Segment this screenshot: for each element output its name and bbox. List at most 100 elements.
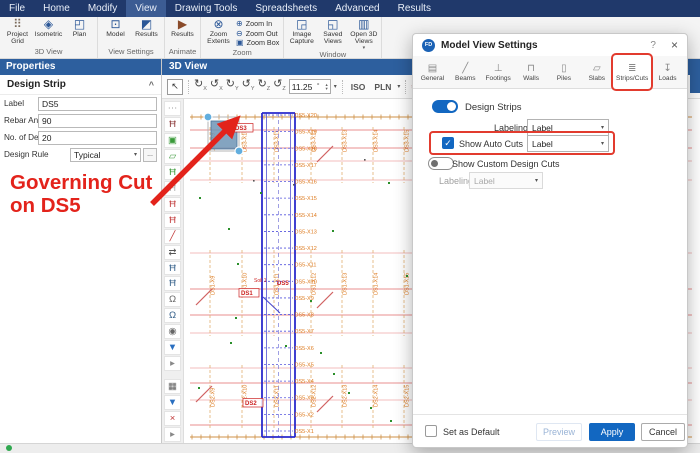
- dialog-tab-loads[interactable]: ↧Loads: [651, 57, 684, 88]
- help-icon[interactable]: ?: [650, 40, 656, 51]
- rotate-z-ccw[interactable]: ↺Z: [273, 76, 286, 97]
- ribbon-button-open-3d-views[interactable]: ▥Open 3D Views▾: [348, 17, 379, 50]
- dialog-tab-piles[interactable]: ▯Piles: [548, 57, 581, 88]
- ribbon-button-project-grid[interactable]: ⠿Project Grid: [2, 17, 33, 46]
- rotate-x-ccw[interactable]: ↺X: [210, 76, 223, 97]
- ribbon-button-results[interactable]: ◩Results: [131, 17, 162, 38]
- general-tab-icon: ▤: [428, 63, 437, 75]
- ribbon-button-zoom-out[interactable]: ⊖Zoom Out: [236, 29, 279, 39]
- expand-icon[interactable]: ▸: [164, 356, 181, 371]
- rotate-y-ccw[interactable]: ↺Y: [242, 76, 255, 97]
- strip-pin-icon[interactable]: Ħ: [164, 261, 181, 276]
- custom-labeling-select: Label ▾: [469, 172, 543, 189]
- slab-area-icon[interactable]: ▱: [164, 149, 181, 164]
- angle-stepper[interactable]: ▴▾: [325, 83, 327, 91]
- dialog-tab-slabs[interactable]: ▱Slabs: [580, 57, 613, 88]
- strip-slash-icon[interactable]: ╱: [164, 229, 181, 244]
- design-rule-select[interactable]: Typical▾: [70, 148, 141, 162]
- angle-value-field[interactable]: [292, 82, 316, 92]
- show-custom-design-cuts-toggle[interactable]: [428, 157, 454, 170]
- apply-button[interactable]: Apply: [589, 423, 635, 441]
- lock-view-icon[interactable]: Ω: [164, 308, 181, 323]
- view-button-iso[interactable]: ISO: [348, 82, 369, 92]
- cancel-button[interactable]: Cancel: [641, 423, 685, 441]
- ribbon-tab-modify[interactable]: Modify: [79, 0, 126, 17]
- dialog-tab-general[interactable]: ▤General: [416, 57, 449, 88]
- visibility-icon[interactable]: ◉: [164, 324, 181, 339]
- strip-anchor-icon[interactable]: Ħ: [164, 276, 181, 291]
- ribbon-button-zoom-extents[interactable]: ⊗Zoom Extents: [203, 17, 234, 46]
- ribbon-button-isometric[interactable]: ◈Isometric: [33, 17, 64, 38]
- ribbon-tab-home[interactable]: Home: [34, 0, 79, 17]
- ribbon-tab-advanced[interactable]: Advanced: [326, 0, 388, 17]
- rotation-angle-input[interactable]: °▴▾: [289, 79, 331, 94]
- close-icon[interactable]: ×: [671, 38, 678, 52]
- show-auto-cuts-checkbox[interactable]: ✓: [442, 137, 454, 149]
- dialog-title-bar[interactable]: FD Model View Settings ? ×: [413, 34, 687, 56]
- ribbon-button-results[interactable]: ▶Results: [167, 17, 198, 38]
- ribbon-tab-drawing-tools[interactable]: Drawing Tools: [166, 0, 247, 17]
- design-strip-section-header[interactable]: Design Strip ^: [0, 75, 161, 95]
- view-button-pln[interactable]: PLN: [371, 82, 394, 92]
- ribbon-tab-file[interactable]: File: [0, 0, 34, 17]
- grip-handle[interactable]: ⋯: [164, 101, 181, 116]
- collapse-chevron-icon[interactable]: ^: [149, 80, 154, 90]
- design-strip-icon[interactable]: Ħ: [164, 117, 181, 132]
- ribbon-button-saved-views[interactable]: ◱Saved Views: [317, 17, 348, 46]
- chevron-down-icon[interactable]: ▾: [334, 83, 337, 90]
- more-options-button[interactable]: ...: [143, 148, 157, 162]
- dialog-tab-strips-cuts[interactable]: ≣Strips/Cuts: [613, 55, 651, 89]
- svg-text:DS5-X20: DS5-X20: [295, 113, 317, 119]
- chevron-down-icon[interactable]: ▾: [397, 83, 400, 90]
- ribbon-button-zoom-in[interactable]: ⊕Zoom In: [236, 19, 279, 29]
- pointer-icon[interactable]: ↖: [167, 79, 183, 95]
- ribbon-button-plan[interactable]: ◰Plan: [64, 17, 95, 38]
- property-row-label: Label: [0, 95, 161, 112]
- rotate-y-cw[interactable]: ↻Y: [226, 76, 239, 97]
- auto-cuts-select[interactable]: Label ▾: [527, 135, 609, 152]
- status-ready-icon: [6, 445, 12, 451]
- filter-blue-icon[interactable]: ▼: [164, 395, 181, 410]
- show-auto-cuts-label: Show Auto Cuts: [459, 139, 523, 149]
- rotate-x-cw[interactable]: ↻X: [194, 76, 207, 97]
- preview-button[interactable]: Preview: [536, 423, 582, 441]
- right-edge-panel: [690, 59, 700, 93]
- ribbon-button-model[interactable]: ⊡Model: [100, 17, 131, 38]
- property-input-rebar-angle-from-plan-[interactable]: [38, 114, 157, 128]
- ribbon-tab-results[interactable]: Results: [389, 0, 440, 17]
- rotate-z-cw[interactable]: ↻Z: [258, 76, 271, 97]
- set-as-default-label: Set as Default: [443, 427, 500, 437]
- annotation-text: Governing Cut on DS5: [10, 172, 168, 218]
- dialog-tab-beams[interactable]: ╱Beams: [449, 57, 482, 88]
- slab-region-icon[interactable]: ▣: [164, 133, 181, 148]
- ribbon-button-image-capture[interactable]: ◲Image Capture: [286, 17, 317, 46]
- property-input-no-of-design-cuts[interactable]: [38, 131, 157, 145]
- svg-text:DS1-X9: DS1-X9: [211, 276, 217, 295]
- svg-text:DS5-X16: DS5-X16: [295, 180, 317, 186]
- ribbon-button-zoom-box[interactable]: ▣Zoom Box: [236, 38, 279, 48]
- set-as-default-checkbox[interactable]: [425, 425, 437, 437]
- table-icon[interactable]: ▦: [164, 379, 181, 394]
- delete-icon[interactable]: ×: [164, 411, 181, 426]
- section-title: Design Strip: [7, 79, 66, 90]
- property-input-label[interactable]: [38, 97, 157, 111]
- axis-letter: Y: [251, 86, 255, 92]
- filter-icon[interactable]: ▼: [164, 340, 181, 355]
- ribbon-tab-view[interactable]: View: [126, 0, 166, 17]
- svg-text:DS2-X11: DS2-X11: [275, 385, 281, 407]
- ribbon-group-view-settings: ⊡Model◩ResultsView Settings: [98, 17, 165, 58]
- ribbon-tab-spreadsheets[interactable]: Spreadsheets: [246, 0, 326, 17]
- lock-icon[interactable]: Ω: [164, 292, 181, 307]
- model-view-settings-dialog: FD Model View Settings ? × ▤General╱Beam…: [412, 33, 688, 448]
- dialog-tab-footings[interactable]: ⊥Footings: [482, 57, 515, 88]
- model-view-icon: ⊡: [110, 18, 120, 31]
- expand-more-icon[interactable]: ▸: [164, 427, 181, 442]
- svg-text:DS5-X14: DS5-X14: [295, 213, 317, 219]
- property-row-no-of-design-cuts: No. of Design Cuts: [0, 129, 161, 146]
- dialog-title: Model View Settings: [441, 40, 644, 51]
- dialog-tab-walls[interactable]: ⊓Walls: [515, 57, 548, 88]
- chevron-down-icon: ▾: [601, 124, 604, 131]
- strip-spacing-icon[interactable]: ⇄: [164, 245, 181, 260]
- design-strips-toggle[interactable]: [432, 100, 458, 113]
- ribbon-group-label: Animate: [167, 47, 198, 58]
